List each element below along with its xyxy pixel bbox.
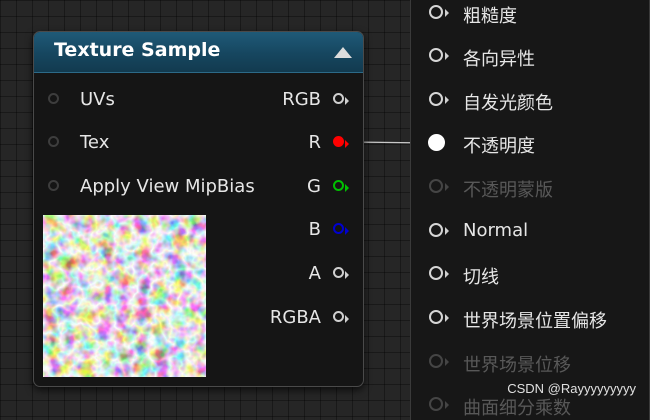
input-pin-icon[interactable] bbox=[429, 310, 443, 324]
output-arrow-icon bbox=[345, 140, 349, 148]
input-pin-icon[interactable] bbox=[48, 180, 59, 191]
output-arrow-icon bbox=[345, 271, 349, 279]
pin-label: 不透明蒙版 bbox=[463, 180, 553, 201]
pin-label: 各向异性 bbox=[463, 49, 535, 70]
pin-label: 不透明度 bbox=[463, 136, 535, 157]
output-arrow-icon bbox=[345, 315, 349, 323]
output-label: B bbox=[308, 219, 321, 240]
output-b[interactable]: B bbox=[243, 219, 363, 243]
output-rgba[interactable]: RGBA bbox=[243, 307, 363, 331]
result-pin-opacity[interactable]: 不透明度 bbox=[411, 131, 650, 157]
output-a[interactable]: A bbox=[243, 263, 363, 287]
output-r[interactable]: R bbox=[243, 132, 363, 156]
input-label: Tex bbox=[80, 132, 110, 153]
output-pin-icon[interactable] bbox=[333, 311, 344, 322]
node-header[interactable]: Texture Sample bbox=[34, 32, 363, 73]
pin-label: 曲面细分乘数 bbox=[463, 398, 571, 419]
noise-texture-image bbox=[43, 215, 206, 377]
output-pin-icon[interactable] bbox=[333, 136, 344, 147]
pin-arrow-icon bbox=[445, 227, 449, 235]
pin-label: 世界场景位移 bbox=[463, 355, 571, 376]
pin-label: 自发光颜色 bbox=[463, 93, 553, 114]
pin-label: 世界场景位置偏移 bbox=[463, 311, 607, 332]
pin-label: 切线 bbox=[463, 267, 499, 288]
pin-arrow-icon bbox=[445, 96, 449, 104]
texture-preview bbox=[43, 215, 206, 377]
output-label: R bbox=[308, 132, 321, 153]
input-pin-icon[interactable] bbox=[429, 92, 443, 106]
pin-arrow-icon bbox=[445, 314, 449, 322]
result-pin-opacity-mask: 不透明蒙版 bbox=[411, 175, 650, 201]
result-pin-anisotropy[interactable]: 各向异性 bbox=[411, 44, 650, 70]
input-pin-icon[interactable] bbox=[429, 223, 443, 237]
node-title: Texture Sample bbox=[54, 39, 221, 61]
pin-arrow-icon bbox=[445, 270, 449, 278]
input-label: Apply View MipBias bbox=[80, 176, 255, 197]
input-pin-icon[interactable] bbox=[429, 266, 443, 280]
output-label: RGBA bbox=[269, 307, 321, 328]
result-pin-tessellation-multiplier: 曲面细分乘数 bbox=[411, 393, 650, 419]
material-result-node[interactable]: 粗糙度 各向异性 自发光颜色 不透明度 不透明蒙版 Normal 切线 世界场景… bbox=[410, 0, 650, 420]
pin-arrow-icon bbox=[445, 52, 449, 60]
output-label: A bbox=[308, 263, 321, 284]
output-arrow-icon bbox=[345, 184, 349, 192]
output-arrow-icon bbox=[345, 97, 349, 105]
result-pin-world-position-offset[interactable]: 世界场景位置偏移 bbox=[411, 306, 650, 332]
output-label: G bbox=[307, 176, 321, 197]
input-pin-icon bbox=[429, 354, 443, 368]
input-pin-icon bbox=[429, 397, 443, 411]
input-label: UVs bbox=[80, 89, 115, 110]
output-pin-icon[interactable] bbox=[333, 93, 344, 104]
input-pin-icon[interactable] bbox=[429, 48, 443, 62]
pin-arrow-icon bbox=[445, 401, 449, 409]
texture-sample-node[interactable]: Texture Sample UVs Tex Apply View MipBia… bbox=[33, 31, 364, 387]
watermark: CSDN @Rayyyyyyyyy bbox=[507, 381, 636, 396]
output-arrow-icon bbox=[345, 227, 349, 235]
output-rgb[interactable]: RGB bbox=[243, 89, 363, 113]
result-pin-tangent[interactable]: 切线 bbox=[411, 262, 650, 288]
pin-arrow-icon bbox=[445, 9, 449, 17]
input-pin-icon[interactable] bbox=[48, 93, 59, 104]
result-pin-world-displacement: 世界场景位移 bbox=[411, 350, 650, 376]
result-pin-emissive-color[interactable]: 自发光颜色 bbox=[411, 88, 650, 114]
result-pin-normal[interactable]: Normal bbox=[411, 219, 650, 245]
input-pin-icon[interactable] bbox=[428, 134, 445, 151]
output-pin-icon[interactable] bbox=[333, 180, 344, 191]
input-pin-icon[interactable] bbox=[429, 5, 443, 19]
output-g[interactable]: G bbox=[243, 176, 363, 200]
output-label: RGB bbox=[282, 89, 321, 110]
output-pin-icon[interactable] bbox=[333, 267, 344, 278]
pin-arrow-icon bbox=[445, 358, 449, 366]
pin-label: Normal bbox=[463, 220, 529, 241]
collapse-arrow-icon[interactable] bbox=[334, 47, 352, 58]
pin-arrow-icon bbox=[445, 183, 449, 191]
pin-label: 粗糙度 bbox=[463, 6, 517, 27]
input-pin-icon[interactable] bbox=[48, 136, 59, 147]
input-pin-icon bbox=[429, 179, 443, 193]
output-pin-icon[interactable] bbox=[333, 223, 344, 234]
result-pin-roughness[interactable]: 粗糙度 bbox=[411, 1, 650, 27]
